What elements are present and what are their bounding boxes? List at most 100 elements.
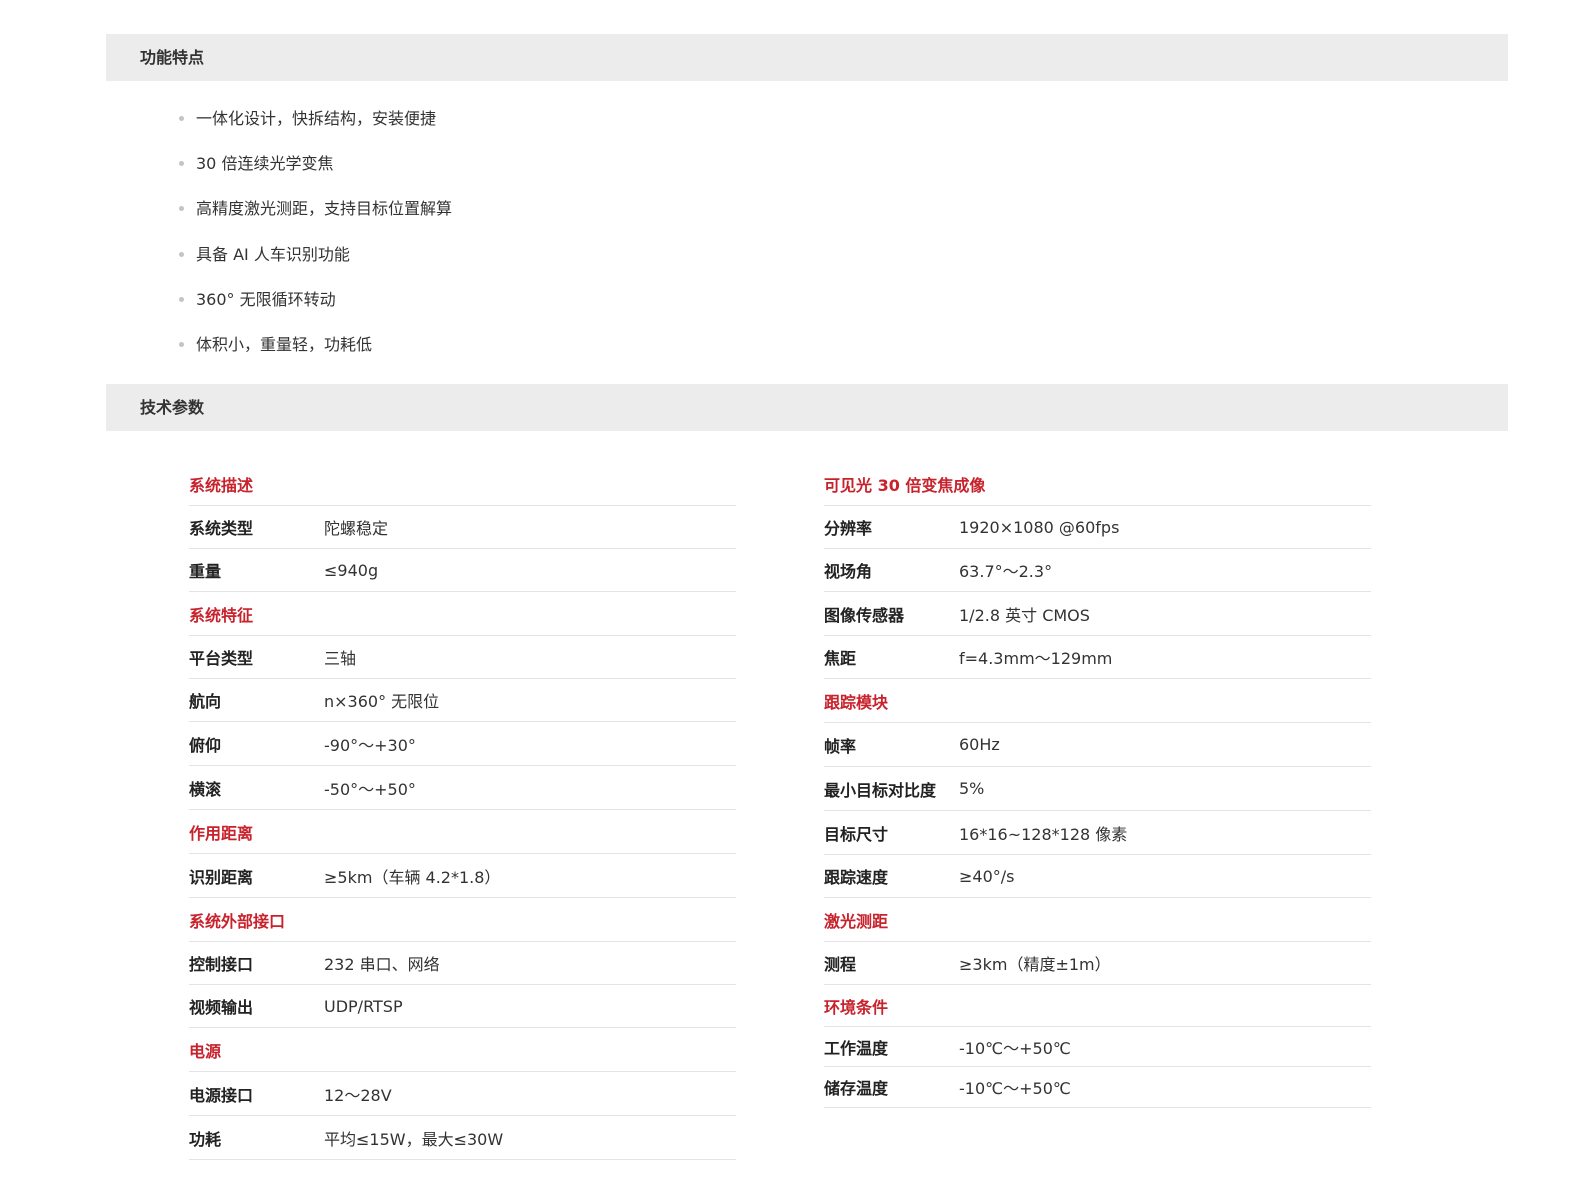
spec-label: 帧率 bbox=[824, 736, 857, 756]
spec-value: 12～28V bbox=[324, 1085, 392, 1105]
spec-label: 重量 bbox=[189, 562, 222, 581]
bullet-icon bbox=[179, 296, 184, 302]
spec-label: 横滚 bbox=[189, 779, 222, 799]
feature-text: 具备 AI 人车识别功能 bbox=[196, 244, 350, 264]
spec-row: 工作温度 -10℃～+50℃ bbox=[824, 1027, 1371, 1067]
spec-group-heading: 可见光 30 倍变焦成像 bbox=[824, 462, 1371, 506]
spec-label: 视频输出 bbox=[189, 998, 254, 1017]
spec-value: -10℃～+50℃ bbox=[959, 1079, 1071, 1098]
spec-value: ≥5km（车辆 4.2*1.8） bbox=[324, 867, 501, 887]
spec-value: -50°～+50° bbox=[324, 779, 416, 799]
spec-label: 控制接口 bbox=[189, 955, 254, 974]
bullet-icon bbox=[179, 251, 184, 257]
spec-row: 航向 n×360° 无限位 bbox=[189, 679, 736, 722]
feature-item: 一体化设计，快拆结构，安装便捷 bbox=[179, 96, 452, 141]
spec-row: 测程 ≥3km（精度±1m） bbox=[824, 942, 1371, 985]
spec-label: 测程 bbox=[824, 955, 857, 974]
spec-label: 跟踪速度 bbox=[824, 868, 889, 887]
spec-row: 帧率 60Hz bbox=[824, 723, 1371, 767]
spec-value: f=4.3mm～129mm bbox=[959, 649, 1113, 668]
spec-row: 视频输出 UDP/RTSP bbox=[189, 985, 736, 1028]
bullet-icon bbox=[179, 342, 184, 348]
spec-column-left: 系统描述系统类型 陀螺稳定重量 ≤940g 系统特征平台类型 三轴航向 n×360° 无限… bbox=[189, 462, 736, 1160]
spec-label: 航向 bbox=[189, 692, 222, 711]
spec-group-heading: 跟踪模块 bbox=[824, 679, 1371, 723]
spec-row: 电源接口 12～28V bbox=[189, 1072, 736, 1116]
spec-row: 控制接口 232 串口、网络 bbox=[189, 942, 736, 985]
spec-group-heading: 作用距离 bbox=[189, 810, 736, 854]
spec-value: 16*16~128*128 像素 bbox=[959, 824, 1128, 844]
spec-label: 视场角 bbox=[824, 562, 873, 581]
spec-value: 平均≤15W，最大≤30W bbox=[324, 1129, 504, 1149]
spec-value: 63.7°～2.3° bbox=[959, 562, 1053, 581]
spec-value: ≥3km（精度±1m） bbox=[959, 955, 1111, 974]
spec-group-heading: 电源 bbox=[189, 1028, 736, 1072]
spec-label: 电源接口 bbox=[189, 1085, 254, 1105]
spec-value: n×360° 无限位 bbox=[324, 692, 440, 711]
spec-label: 分辨率 bbox=[824, 519, 873, 538]
spec-group-heading: 系统特征 bbox=[189, 592, 736, 636]
spec-value: 232 串口、网络 bbox=[324, 955, 440, 974]
spec-label: 俯仰 bbox=[189, 735, 222, 755]
bullet-icon bbox=[179, 116, 184, 122]
spec-row: 横滚 -50°～+50° bbox=[189, 766, 736, 810]
feature-text: 360° 无限循环转动 bbox=[196, 289, 336, 309]
spec-group-heading: 激光测距 bbox=[824, 898, 1371, 942]
spec-column-right: 可见光 30 倍变焦成像分辨率 1920×1080 @60fps 视场角 63.7°～… bbox=[824, 462, 1371, 1108]
feature-item: 体积小，重量轻，功耗低 bbox=[179, 322, 452, 367]
spec-value: ≥40°/s bbox=[959, 866, 1015, 886]
spec-row: 系统类型 陀螺稳定 bbox=[189, 506, 736, 549]
feature-text: 体积小，重量轻，功耗低 bbox=[196, 334, 373, 354]
spec-value: 陀螺稳定 bbox=[324, 519, 389, 538]
spec-group-heading: 系统描述 bbox=[189, 462, 736, 506]
bullet-icon bbox=[179, 161, 184, 167]
spec-value: UDP/RTSP bbox=[324, 996, 403, 1016]
feature-item: 360° 无限循环转动 bbox=[179, 277, 452, 322]
spec-value: -10℃～+50℃ bbox=[959, 1038, 1071, 1058]
spec-row: 功耗 平均≤15W，最大≤30W bbox=[189, 1116, 736, 1160]
section-header-features: 功能特点 bbox=[106, 34, 1508, 81]
spec-value: 1920×1080 @60fps bbox=[959, 517, 1120, 537]
spec-label: 图像传感器 bbox=[824, 605, 905, 625]
spec-label: 识别距离 bbox=[189, 867, 254, 887]
feature-item: 具备 AI 人车识别功能 bbox=[179, 232, 452, 277]
spec-label: 工作温度 bbox=[824, 1038, 889, 1058]
feature-item: 30 倍连续光学变焦 bbox=[179, 141, 452, 186]
spec-row: 识别距离 ≥5km（车辆 4.2*1.8） bbox=[189, 854, 736, 898]
spec-row: 跟踪速度 ≥40°/s bbox=[824, 855, 1371, 898]
section-title-specs: 技术参数 bbox=[140, 398, 205, 417]
spec-row: 目标尺寸 16*16~128*128 像素 bbox=[824, 811, 1371, 855]
spec-label: 储存温度 bbox=[824, 1079, 889, 1098]
section-title-features: 功能特点 bbox=[140, 48, 205, 67]
spec-label: 最小目标对比度 bbox=[824, 780, 937, 800]
feature-item: 高精度激光测距，支持目标位置解算 bbox=[179, 186, 452, 231]
spec-row: 平台类型 三轴 bbox=[189, 636, 736, 679]
spec-value: -90°～+30° bbox=[324, 735, 416, 755]
feature-list: 一体化设计，快拆结构，安装便捷 30 倍连续光学变焦高精度激光测距，支持目标位置解… bbox=[179, 96, 452, 367]
spec-value: ≤940g bbox=[324, 560, 379, 580]
spec-row: 图像传感器 1/2.8 英寸 CMOS bbox=[824, 592, 1371, 636]
spec-value: 三轴 bbox=[324, 649, 357, 668]
spec-label: 目标尺寸 bbox=[824, 824, 889, 844]
bullet-icon bbox=[179, 206, 184, 212]
spec-value: 1/2.8 英寸 CMOS bbox=[959, 605, 1090, 625]
spec-label: 平台类型 bbox=[189, 649, 254, 668]
spec-value: 60Hz bbox=[959, 735, 1000, 754]
spec-label: 系统类型 bbox=[189, 519, 254, 538]
spec-row: 最小目标对比度 5% bbox=[824, 767, 1371, 811]
spec-group-heading: 系统外部接口 bbox=[189, 898, 736, 942]
feature-text: 高精度激光测距，支持目标位置解算 bbox=[196, 199, 453, 219]
feature-text: 30 倍连续光学变焦 bbox=[196, 154, 334, 174]
spec-row: 重量 ≤940g bbox=[189, 549, 736, 592]
spec-row: 俯仰 -90°～+30° bbox=[189, 722, 736, 766]
spec-row: 储存温度 -10℃～+50℃ bbox=[824, 1067, 1371, 1108]
spec-group-heading: 环境条件 bbox=[824, 985, 1371, 1027]
spec-row: 分辨率 1920×1080 @60fps bbox=[824, 506, 1371, 549]
section-header-specs: 技术参数 bbox=[106, 384, 1508, 431]
spec-row: 视场角 63.7°～2.3° bbox=[824, 549, 1371, 592]
spec-label: 功耗 bbox=[189, 1129, 222, 1149]
spec-value: 5% bbox=[959, 779, 985, 798]
feature-text: 一体化设计，快拆结构，安装便捷 bbox=[196, 109, 437, 128]
spec-row: 焦距 f=4.3mm～129mm bbox=[824, 636, 1371, 679]
spec-label: 焦距 bbox=[824, 649, 857, 668]
